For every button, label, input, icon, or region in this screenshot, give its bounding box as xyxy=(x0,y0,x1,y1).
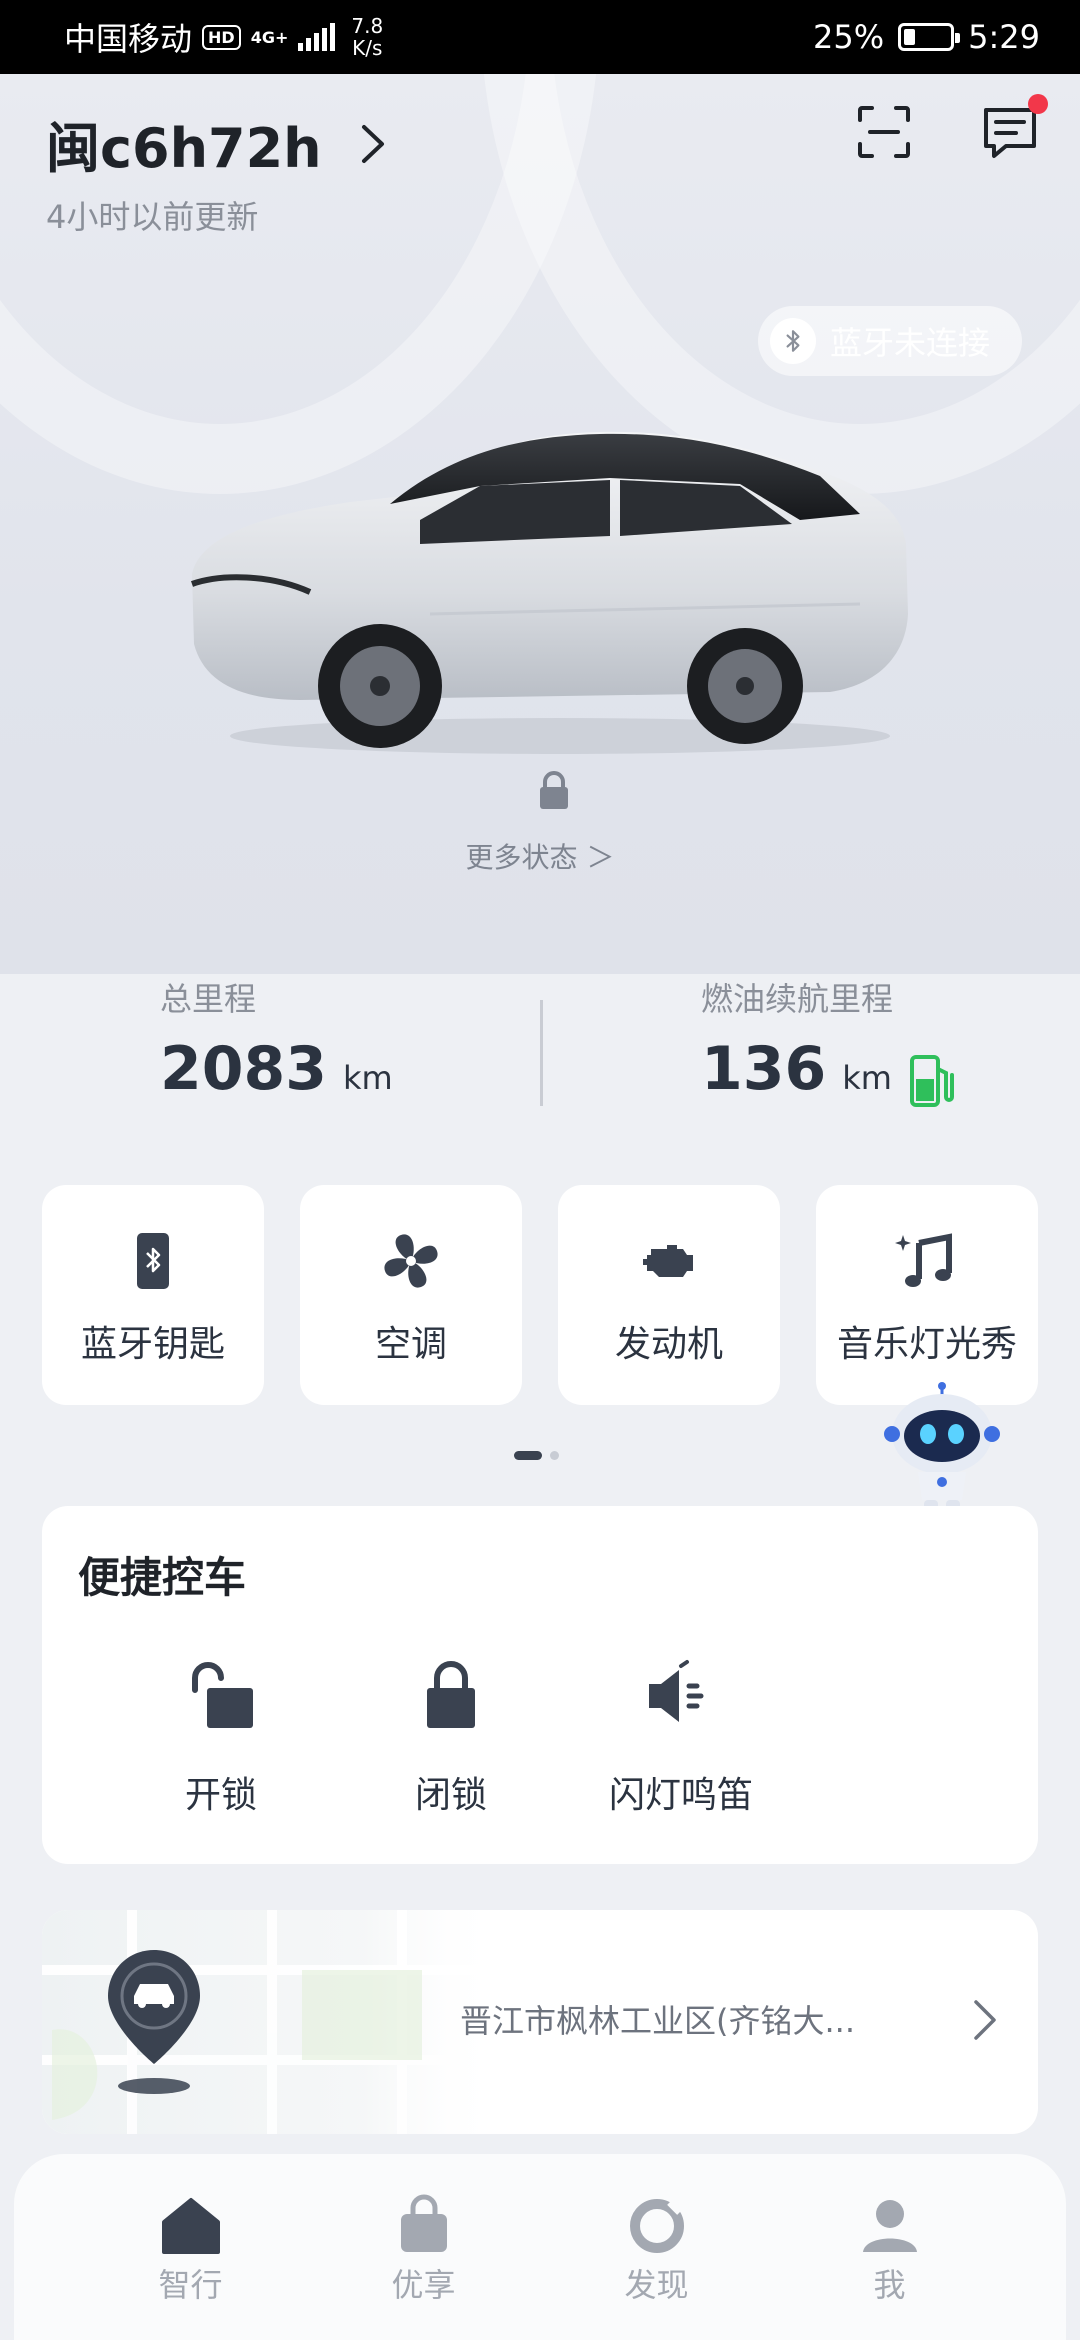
bluetooth-status-text: 蓝牙未连接 xyxy=(829,324,990,362)
signal-icon xyxy=(298,23,336,51)
bluetooth-status-pill[interactable]: 蓝牙未连接 xyxy=(757,306,1022,376)
status-bar: 中国移动 HD 4G+ 7.8 K/s 25% 5:29 xyxy=(0,0,1080,74)
tab-discover[interactable]: 发现 xyxy=(587,2192,727,2340)
vehicle-hero: 闽c6h72h 4小时以前更新 蓝牙未连接 更多状态 ＞ xyxy=(0,74,1080,974)
tab-smart-travel[interactable]: 智行 xyxy=(121,2192,261,2340)
fuel-range-label: 燃油续航里程 xyxy=(701,980,894,1018)
fuel-pump-icon xyxy=(910,1055,954,1107)
notification-dot xyxy=(1028,94,1048,114)
music-light-show-label: 音乐灯光秀 xyxy=(836,1324,1017,1365)
more-status-link[interactable]: 更多状态 ＞ xyxy=(0,836,1080,876)
hd-badge: HD xyxy=(202,24,241,50)
vehicle-location-card[interactable]: 晋江市枫林工业区(齐铭大... xyxy=(42,1910,1038,2134)
unlock-label: 开锁 xyxy=(184,1775,257,1816)
quick-control-title: 便捷控车 xyxy=(78,1553,247,1602)
horn-icon xyxy=(649,1660,704,1722)
tab-discover-label: 发现 xyxy=(624,2266,689,2304)
quick-function-cards: 蓝牙钥匙 空调 发动机 音乐灯光秀 xyxy=(42,1185,1038,1405)
page-dot-active xyxy=(514,1451,542,1460)
quick-control-card: 便捷控车 开锁 闭锁 闪灯鸣笛 xyxy=(42,1506,1038,1864)
bottom-tab-bar: 智行 优享 发现 我 xyxy=(14,2154,1066,2340)
fuel-range: 燃油续航里程 136 km xyxy=(539,974,1080,1124)
flash-horn-button[interactable]: 闪灯鸣笛 xyxy=(566,1656,796,1818)
discover-icon xyxy=(629,2199,684,2253)
tab-benefits-label: 优享 xyxy=(391,2266,456,2304)
air-conditioner-label: 空调 xyxy=(374,1324,447,1365)
total-mileage-unit: km xyxy=(343,1059,393,1097)
battery-icon xyxy=(898,23,961,51)
bluetooth-key-icon xyxy=(137,1233,169,1289)
flash-horn-label: 闪灯鸣笛 xyxy=(608,1775,753,1816)
plate-row[interactable]: 闽c6h72h xyxy=(46,104,392,183)
total-mileage-value: 2083 xyxy=(160,1034,327,1104)
stats-divider xyxy=(540,1000,543,1106)
total-mileage-label: 总里程 xyxy=(160,980,257,1018)
lock-icon xyxy=(427,1661,475,1728)
chevron-right-icon xyxy=(974,2000,996,2040)
tab-benefits[interactable]: 优享 xyxy=(354,2192,494,2340)
fan-icon xyxy=(384,1234,438,1288)
bluetooth-key-label: 蓝牙钥匙 xyxy=(80,1324,225,1365)
engine-card[interactable]: 发动机 xyxy=(558,1185,780,1405)
network-type: 4G+ xyxy=(250,27,289,47)
tab-profile-label: 我 xyxy=(873,2266,906,2304)
assistant-robot-icon[interactable] xyxy=(882,1382,1002,1520)
battery-percent: 25% xyxy=(813,18,885,56)
status-right: 25% 5:29 xyxy=(813,18,1040,56)
messages-button[interactable] xyxy=(980,94,1048,162)
scan-button[interactable] xyxy=(854,102,914,162)
music-icon xyxy=(895,1233,952,1287)
status-left: 中国移动 HD 4G+ 7.8 K/s xyxy=(64,14,383,60)
bluetooth-icon xyxy=(769,318,816,364)
engine-icon xyxy=(643,1245,693,1277)
quick-control-items: 开锁 闭锁 闪灯鸣笛 xyxy=(106,1656,796,1818)
page-indicator xyxy=(514,1451,559,1460)
home-icon xyxy=(161,2198,220,2254)
music-light-show-card[interactable]: 音乐灯光秀 xyxy=(816,1185,1038,1405)
page-dot xyxy=(550,1451,559,1460)
fuel-range-value: 136 xyxy=(701,1034,827,1104)
unlock-icon xyxy=(192,1662,253,1728)
tab-smart-travel-label: 智行 xyxy=(158,2266,223,2304)
clock: 5:29 xyxy=(968,18,1040,56)
air-conditioner-card[interactable]: 空调 xyxy=(300,1185,522,1405)
fuel-range-unit: km xyxy=(842,1059,892,1097)
lock-label: 闭锁 xyxy=(414,1775,487,1816)
top-actions xyxy=(854,94,1048,162)
unlock-button[interactable]: 开锁 xyxy=(106,1656,336,1818)
vehicle-address: 晋江市枫林工业区(齐铭大... xyxy=(460,2002,856,2040)
carrier-name: 中国移动 xyxy=(64,20,193,58)
bag-icon xyxy=(400,2194,447,2252)
lock-button[interactable]: 闭锁 xyxy=(336,1656,566,1818)
network-speed: 7.8 K/s xyxy=(351,15,383,59)
car-image xyxy=(190,431,908,754)
profile-icon xyxy=(862,2200,917,2252)
update-time: 4小时以前更新 xyxy=(46,198,259,236)
chevron-right-icon xyxy=(361,124,384,163)
location-pin-icon xyxy=(108,1950,200,2094)
total-mileage: 总里程 2083 km xyxy=(0,974,539,1124)
lock-status-icon xyxy=(540,771,568,809)
speed-unit: K/s xyxy=(352,36,383,60)
engine-label: 发动机 xyxy=(614,1324,723,1365)
bluetooth-key-card[interactable]: 蓝牙钥匙 xyxy=(42,1185,264,1405)
plate-number: 闽c6h72h xyxy=(46,117,322,180)
speed-value: 7.8 xyxy=(351,14,384,38)
scan-icon xyxy=(858,106,910,158)
tab-profile[interactable]: 我 xyxy=(820,2192,960,2340)
